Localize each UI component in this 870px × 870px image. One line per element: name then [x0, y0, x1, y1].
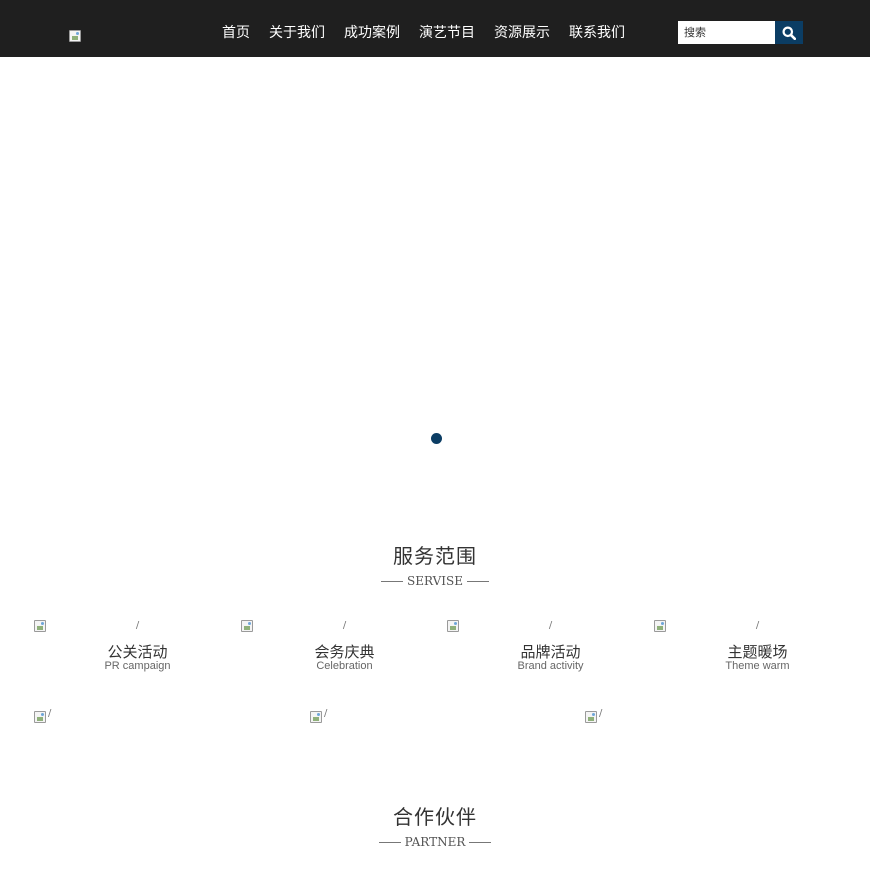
gallery-image-alt: /	[48, 708, 52, 719]
divider-left	[378, 842, 401, 843]
search-button[interactable]	[775, 21, 803, 44]
service-name-en: Brand activity	[517, 660, 584, 672]
nav-item-contact[interactable]: 联系我们	[569, 24, 625, 42]
divider-right	[469, 842, 492, 843]
partners-subtitle-text: PARTNER	[404, 835, 466, 849]
service-image-alt: /	[548, 620, 553, 631]
divider-right	[466, 581, 489, 582]
service-name: 公关活动	[107, 643, 168, 661]
gallery-image[interactable]: /	[585, 708, 602, 727]
gallery-image[interactable]: /	[310, 708, 327, 727]
service-name: 会务庆典	[314, 643, 375, 661]
gallery-image[interactable]: /	[34, 708, 51, 727]
top-nav-bar: 首页 关于我们 成功案例 演艺节目 资源展示 联系我们	[0, 0, 870, 57]
hero-banner	[0, 57, 870, 467]
service-card-brand[interactable]: / 品牌活动 Brand activity	[447, 620, 654, 680]
partners-subtitle: PARTNER	[0, 835, 870, 849]
service-card-theme[interactable]: / 主题暖场 Theme warm	[654, 620, 861, 680]
divider-left	[381, 581, 403, 582]
logo-image[interactable]	[69, 30, 81, 42]
service-name-en: Theme warm	[725, 660, 790, 672]
nav-item-cases[interactable]: 成功案例	[344, 24, 400, 42]
search-icon	[782, 26, 796, 40]
main-nav: 首页 关于我们 成功案例 演艺节目 资源展示 联系我们	[222, 24, 644, 42]
service-name-en: Celebration	[316, 660, 373, 672]
service-name: 品牌活动	[520, 643, 581, 661]
service-name: 主题暖场	[727, 643, 788, 661]
gallery-image-alt: /	[599, 708, 603, 719]
service-image-alt: /	[342, 620, 347, 631]
search-input[interactable]	[678, 21, 775, 44]
service-card-pr[interactable]: / 公关活动 PR campaign	[34, 620, 241, 680]
services-subtitle-text: SERVISE	[407, 574, 463, 588]
service-name-en: PR campaign	[104, 660, 171, 672]
services-subtitle: SERVISE	[0, 574, 870, 588]
service-image-alt: /	[135, 620, 140, 631]
gallery-image-icon	[585, 711, 597, 723]
service-image-alt: /	[755, 620, 760, 631]
nav-item-resources[interactable]: 资源展示	[494, 24, 550, 42]
partners-title: 合作伙伴	[393, 805, 477, 829]
services-title: 服务范围	[393, 544, 477, 568]
service-card-celebration[interactable]: / 会务庆典 Celebration	[241, 620, 448, 680]
nav-item-about[interactable]: 关于我们	[269, 24, 325, 42]
nav-item-home[interactable]: 首页	[222, 24, 250, 42]
gallery-image-alt: /	[324, 708, 328, 719]
gallery-image-icon	[34, 711, 46, 723]
gallery-image-icon	[310, 711, 322, 723]
nav-item-shows[interactable]: 演艺节目	[419, 24, 475, 42]
slider-indicator-dot[interactable]	[431, 433, 442, 444]
